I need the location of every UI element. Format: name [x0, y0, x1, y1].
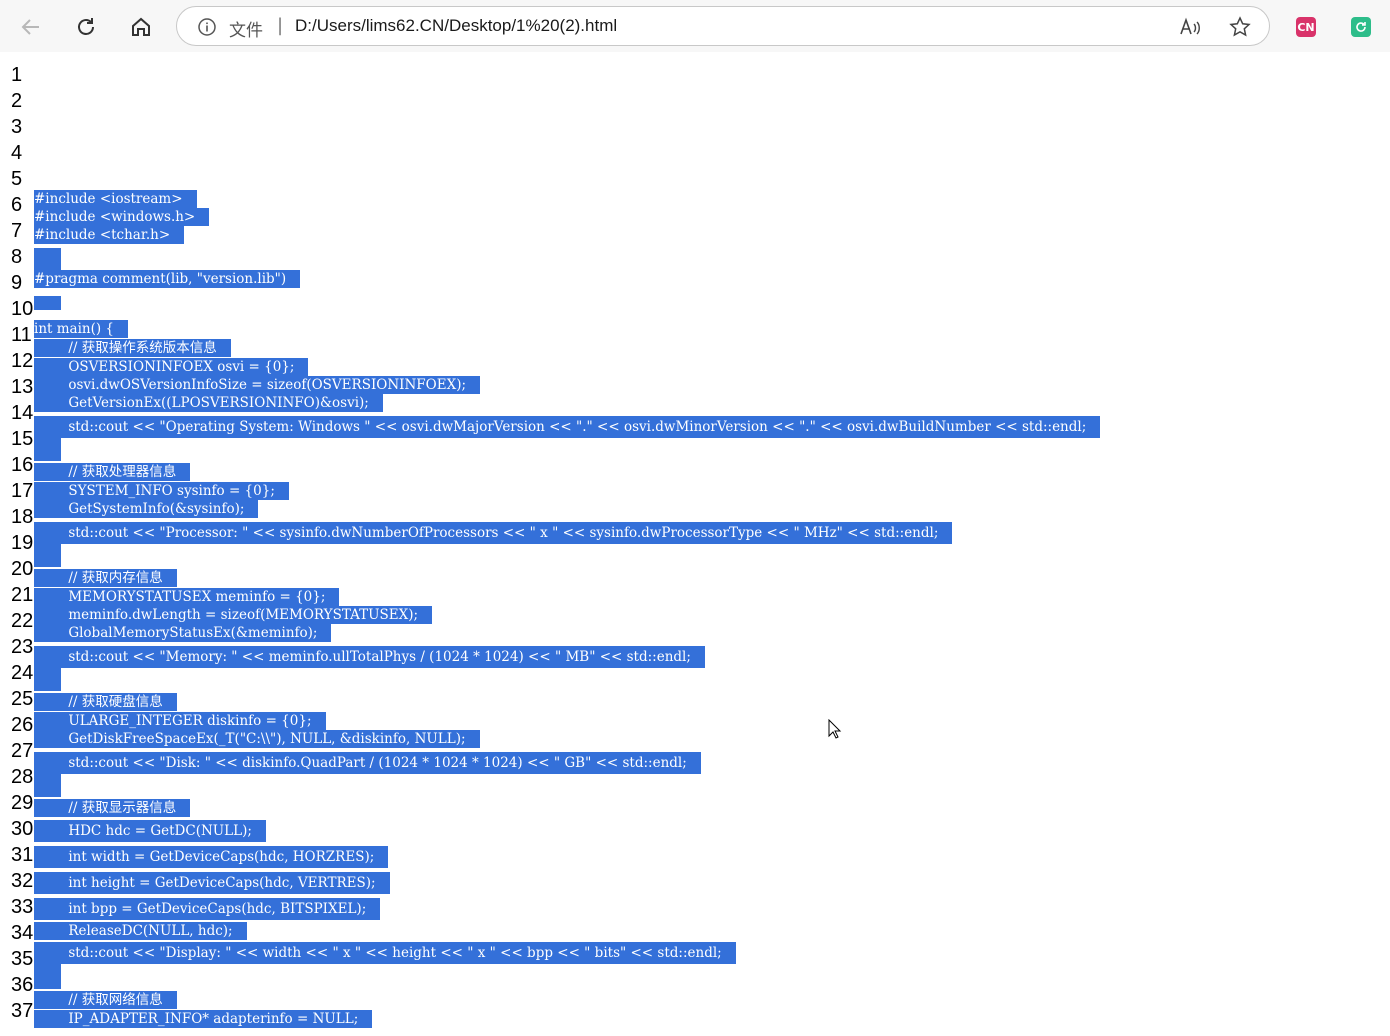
- read-aloud-icon[interactable]: [1179, 16, 1201, 42]
- line-number: 34: [11, 922, 34, 944]
- code-line: osvi.dwOSVersionInfoSize = sizeof(OSVERS…: [34, 376, 481, 394]
- line-number: 17: [11, 480, 34, 502]
- sync-extension-icon[interactable]: [1351, 17, 1371, 37]
- code-line: MEMORYSTATUSEX meminfo = {0};: [34, 588, 340, 606]
- back-icon: [21, 19, 39, 35]
- selection-gap: [34, 772, 61, 797]
- line-number: 25: [11, 688, 34, 710]
- line-number: 5: [11, 168, 23, 190]
- mouse-cursor-icon: [828, 718, 842, 743]
- code-line: int width = GetDeviceCaps(hdc, HORZRES);: [34, 846, 389, 868]
- line-number: 15: [11, 428, 34, 450]
- line-number: 23: [11, 636, 34, 658]
- reload-icon: [78, 18, 94, 35]
- code-line: // 获取处理器信息: [34, 463, 191, 481]
- code-line: OSVERSIONINFOEX osvi = {0};: [34, 358, 309, 376]
- line-number: 24: [11, 662, 34, 684]
- code-line: #include <windows.h>: [34, 208, 210, 226]
- browser-toolbar: 文件 | D:/Users/lims62.CN/Desktop/1%20(2).…: [0, 0, 1390, 52]
- code-line: // 获取操作系统版本信息: [34, 339, 231, 357]
- code-line: // 获取显示器信息: [34, 799, 191, 817]
- line-number: 12: [11, 350, 34, 372]
- code-line: int height = GetDeviceCaps(hdc, VERTRES)…: [34, 872, 390, 894]
- code-line: GetSystemInfo(&sysinfo);: [34, 500, 259, 518]
- selection-gap: [34, 542, 61, 567]
- line-number: 21: [11, 584, 34, 606]
- line-number: 37: [11, 1000, 34, 1022]
- code-line: // 获取硬盘信息: [34, 693, 177, 711]
- line-number: 4: [11, 142, 23, 164]
- code-line: #pragma comment(lib, "version.lib"): [34, 270, 301, 288]
- selection-gap: [34, 248, 61, 270]
- line-number: 9: [11, 272, 23, 294]
- code-line: GetDiskFreeSpaceEx(_T("C:\\"), NULL, &di…: [34, 730, 480, 748]
- address-url[interactable]: D:/Users/lims62.CN/Desktop/1%20(2).html: [295, 16, 617, 36]
- line-number: 35: [11, 948, 34, 970]
- favorite-star-icon[interactable]: [1229, 16, 1251, 42]
- home-button[interactable]: [124, 10, 158, 44]
- selection-gap: [34, 436, 61, 461]
- code-line: std::cout << "Processor: " << sysinfo.dw…: [34, 522, 953, 544]
- code-line: GetVersionEx((LPOSVERSIONINFO)&osvi);: [34, 394, 383, 412]
- home-icon: [132, 17, 150, 36]
- line-number: 3: [11, 116, 23, 138]
- back-button[interactable]: [14, 10, 48, 44]
- code-line: SYSTEM_INFO sysinfo = {0};: [34, 482, 289, 500]
- line-number: 7: [11, 220, 23, 242]
- code-line: // 获取内存信息: [34, 569, 177, 587]
- code-line: int main() {: [34, 320, 129, 338]
- line-number: 1: [11, 64, 23, 86]
- address-bar[interactable]: 文件 | D:/Users/lims62.CN/Desktop/1%20(2).…: [176, 6, 1270, 46]
- line-number: 13: [11, 376, 34, 398]
- info-icon[interactable]: [197, 17, 217, 41]
- code-line: HDC hdc = GetDC(NULL);: [34, 820, 266, 842]
- line-number: 10: [11, 298, 34, 320]
- line-number: 11: [11, 324, 32, 346]
- line-number: 14: [11, 402, 34, 424]
- code-line: GlobalMemoryStatusEx(&meminfo);: [34, 624, 332, 642]
- line-number: 22: [11, 610, 34, 632]
- code-line: IP_ADAPTER_INFO* adapterinfo = NULL;: [34, 1010, 373, 1028]
- code-line: std::cout << "Operating System: Windows …: [34, 416, 1101, 438]
- selection-gap: [34, 666, 61, 691]
- line-number: 6: [11, 194, 23, 216]
- line-number: 2: [11, 90, 23, 112]
- line-number: 20: [11, 558, 34, 580]
- line-number: 8: [11, 246, 23, 268]
- line-number: 29: [11, 792, 34, 814]
- line-number: 31: [11, 844, 34, 866]
- page-content: 1 2 3 4 5 6 7 8 9 10 11 12 13 14 15 16 17 18 19 20 21 22 23 24 2…: [0, 52, 1390, 1036]
- selection-gap: [34, 964, 61, 989]
- line-number: 19: [11, 532, 34, 554]
- reload-button[interactable]: [69, 10, 103, 44]
- code-line: std::cout << "Display: " << width << " x…: [34, 942, 736, 964]
- line-number: 28: [11, 766, 34, 788]
- address-separator: |: [277, 15, 284, 36]
- selection-gap: [34, 296, 61, 310]
- line-number: 32: [11, 870, 34, 892]
- code-line: #include <iostream>: [34, 190, 197, 208]
- code-line: // 获取网络信息: [34, 991, 177, 1009]
- code-line: #include <tchar.h>: [34, 226, 185, 244]
- line-number: 27: [11, 740, 34, 762]
- translate-extension-label: CN: [1297, 20, 1315, 34]
- translate-extension-icon[interactable]: CN: [1296, 17, 1316, 37]
- line-number: 30: [11, 818, 34, 840]
- line-number: 16: [11, 454, 34, 476]
- line-number: 26: [11, 714, 34, 736]
- line-number: 33: [11, 896, 34, 918]
- line-number: 36: [11, 974, 34, 996]
- code-line: int bpp = GetDeviceCaps(hdc, BITSPIXEL);: [34, 898, 381, 920]
- line-number: 18: [11, 506, 34, 528]
- code-line: std::cout << "Memory: " << meminfo.ullTo…: [34, 646, 705, 668]
- code-line: meminfo.dwLength = sizeof(MEMORYSTATUSEX…: [34, 606, 433, 624]
- code-line: std::cout << "Disk: " << diskinfo.QuadPa…: [34, 752, 701, 774]
- address-scheme-label: 文件: [229, 21, 263, 41]
- code-line: ULARGE_INTEGER diskinfo = {0};: [34, 712, 326, 730]
- code-line: ReleaseDC(NULL, hdc);: [34, 922, 247, 940]
